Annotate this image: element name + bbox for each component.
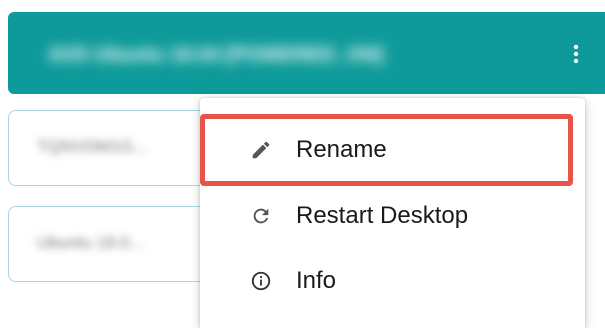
menu-item-info[interactable]: Info (200, 253, 585, 309)
restart-icon (248, 203, 274, 229)
more-options-button[interactable] (560, 38, 592, 70)
desktop-list-item-label: Ubuntu 18.0... (37, 233, 144, 252)
desktop-card-header: AVD Ubuntu 18.04 [POWERED_ON] (8, 12, 605, 94)
kebab-vertical-icon (573, 44, 579, 64)
menu-item-rename[interactable]: Rename (200, 122, 585, 178)
menu-item-label: Info (296, 267, 337, 294)
desktop-list-item[interactable]: TQNVDM1G... (8, 110, 228, 186)
desktop-title: AVD Ubuntu 18.04 [POWERED_ON] (48, 44, 384, 66)
desktop-list-item[interactable]: Ubuntu 18.0... (8, 206, 228, 282)
desktop-list-item-label: TQNVDM1G... (37, 137, 148, 156)
menu-item-label: Rename (296, 136, 387, 163)
info-icon (248, 268, 274, 294)
menu-item-label: Restart Desktop (296, 202, 469, 229)
menu-item-restart-desktop[interactable]: Restart Desktop (200, 188, 585, 244)
context-menu: Rename Restart Desktop Info (200, 98, 585, 328)
pencil-icon (248, 137, 274, 163)
